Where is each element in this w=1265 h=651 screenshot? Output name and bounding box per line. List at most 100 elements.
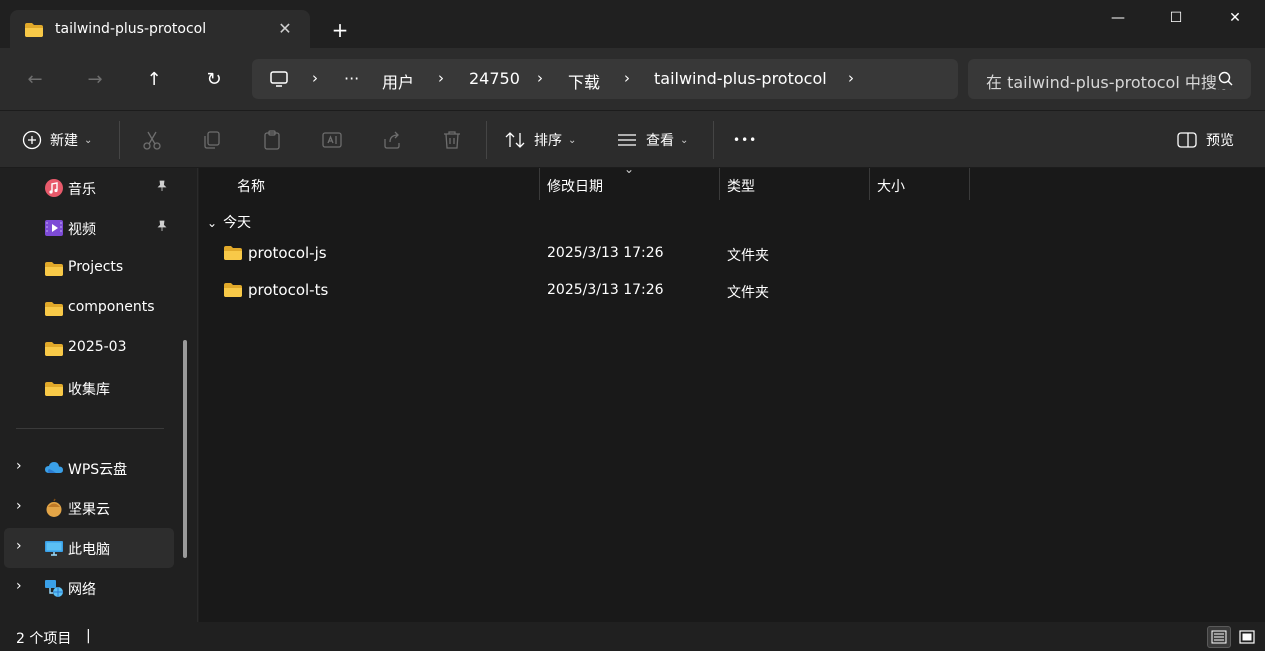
breadcrumb-separator[interactable]: › [848,69,854,87]
status-separator: | [86,628,91,644]
rename-button[interactable] [321,128,343,152]
breadcrumb-more[interactable]: ··· [344,69,359,88]
folder-icon [44,378,64,398]
file-type: 文件夹 [727,285,769,301]
new-tab-button[interactable]: + [328,18,352,42]
command-bar: 新建 ⌄ 排序 ⌄ 查看 ⌄ ••• 预览 [0,110,1265,168]
status-bar: 2 个项目 | [0,622,1265,651]
sidebar-item-label: components [68,299,155,315]
column-divider[interactable] [869,168,870,200]
sort-label: 排序 [534,133,562,149]
tiles-view-icon [1239,630,1255,644]
column-header-modified[interactable]: 修改日期 [547,176,603,196]
preview-pane-icon [1177,132,1197,148]
sidebar-item-this-pc[interactable]: › 此电脑 [4,528,174,568]
plus-circle-icon [22,130,42,150]
column-header-type[interactable]: 类型 [727,176,755,196]
folder-icon [223,282,243,302]
table-row[interactable]: protocol-ts 2025/3/13 17:26 文件夹 [215,273,965,309]
chevron-right-icon[interactable]: › [16,538,22,554]
sidebar-item-music[interactable]: 音乐 [4,168,174,208]
group-label: 今天 [223,215,252,231]
share-icon [384,131,400,149]
sidebar-item-components[interactable]: components [4,288,174,328]
sort-indicator-icon: ⌄ [624,162,635,176]
tab-tailwind-plus-protocol[interactable]: tailwind-plus-protocol ✕ [10,10,310,49]
close-window-button[interactable]: ✕ [1206,0,1264,36]
breadcrumb-item-downloads[interactable]: 下载 [568,69,600,93]
title-bar: tailwind-plus-protocol ✕ + — ☐ ✕ [0,0,1265,49]
close-tab-icon[interactable]: ✕ [275,19,295,39]
view-button[interactable]: 查看 ⌄ [616,128,688,152]
sidebar-item-network[interactable]: › 网络 [4,568,174,608]
column-divider[interactable] [539,168,540,200]
divider [119,121,120,159]
sidebar-item-label: 收集库 [68,382,110,398]
folder-icon [44,258,64,278]
file-name: protocol-js [248,244,327,262]
copy-button[interactable] [201,128,223,152]
sidebar-item-videos[interactable]: 视频 [4,208,174,248]
breadcrumb-item-users[interactable]: 用户 [382,69,414,93]
rename-icon [322,132,342,148]
folder-icon [44,298,64,318]
search-icon[interactable] [1216,69,1236,89]
tiles-view-button[interactable] [1235,626,1259,648]
sort-button[interactable]: 排序 ⌄ [504,128,576,152]
sidebar-item-label: 此电脑 [68,542,110,558]
video-icon [44,218,64,238]
sort-icon [505,132,525,148]
chevron-right-icon[interactable]: › [16,578,22,594]
cut-button[interactable] [141,128,163,152]
breadcrumb-item-user[interactable]: 24750 [469,69,520,88]
breadcrumb-item-current[interactable]: tailwind-plus-protocol [654,69,827,88]
details-view-icon [1211,630,1227,644]
breadcrumb-separator: › [624,69,630,87]
column-header-size[interactable]: 大小 [877,176,905,196]
sidebar-item-collections[interactable]: 收集库 [4,368,174,408]
chevron-down-icon: ⌄ [84,134,93,146]
divider [713,121,714,159]
address-bar[interactable]: › ··· 用户 › 24750 › 下载 › tailwind-plus-pr… [252,59,958,99]
paste-button[interactable] [261,128,283,152]
search-input[interactable]: 在 tailwind-plus-protocol 中搜索 [986,69,1233,93]
details-view-button[interactable] [1207,626,1231,648]
sidebar-scrollbar[interactable] [183,340,187,558]
group-header-today[interactable]: ⌄ 今天 [207,212,251,232]
up-button[interactable]: ↑ [141,66,167,92]
sidebar-item-jianguoyun[interactable]: › 坚果云 [4,488,174,528]
more-options-button[interactable]: ••• [733,128,757,152]
sidebar-item-wps-cloud[interactable]: › WPS云盘 [4,448,174,488]
sidebar-item-2025-03[interactable]: 2025-03 [4,328,174,368]
file-modified: 2025/3/13 17:26 [547,282,664,298]
chevron-down-icon: ⌄ [680,134,689,146]
new-button[interactable]: 新建 ⌄ [22,128,92,152]
chevron-right-icon[interactable]: › [16,498,22,514]
back-button[interactable]: ← [22,66,48,92]
minimize-button[interactable]: — [1089,0,1147,36]
nut-icon [44,498,64,518]
breadcrumb-separator: › [312,69,318,87]
chevron-right-icon[interactable]: › [16,458,22,474]
search-box[interactable]: 在 tailwind-plus-protocol 中搜索 [968,59,1251,99]
delete-button[interactable] [441,128,463,152]
sidebar-item-label: 音乐 [68,182,96,198]
maximize-button[interactable]: ☐ [1147,0,1205,36]
divider [486,121,487,159]
table-row[interactable]: protocol-js 2025/3/13 17:26 文件夹 [215,236,965,272]
column-divider[interactable] [719,168,720,200]
refresh-button[interactable]: ↻ [201,66,227,92]
folder-icon [223,245,243,265]
computer-icon [44,538,64,558]
sidebar-item-projects[interactable]: Projects [4,248,174,288]
forward-button[interactable]: → [82,66,108,92]
sidebar-item-label: 2025-03 [68,339,127,355]
share-button[interactable] [381,128,403,152]
column-header-name[interactable]: 名称 [237,176,265,196]
file-type: 文件夹 [727,248,769,264]
copy-icon [204,131,220,149]
column-divider[interactable] [969,168,970,200]
preview-pane-button[interactable]: 预览 [1176,128,1234,152]
sidebar-item-label: Projects [68,259,124,275]
view-label: 查看 [646,133,674,149]
